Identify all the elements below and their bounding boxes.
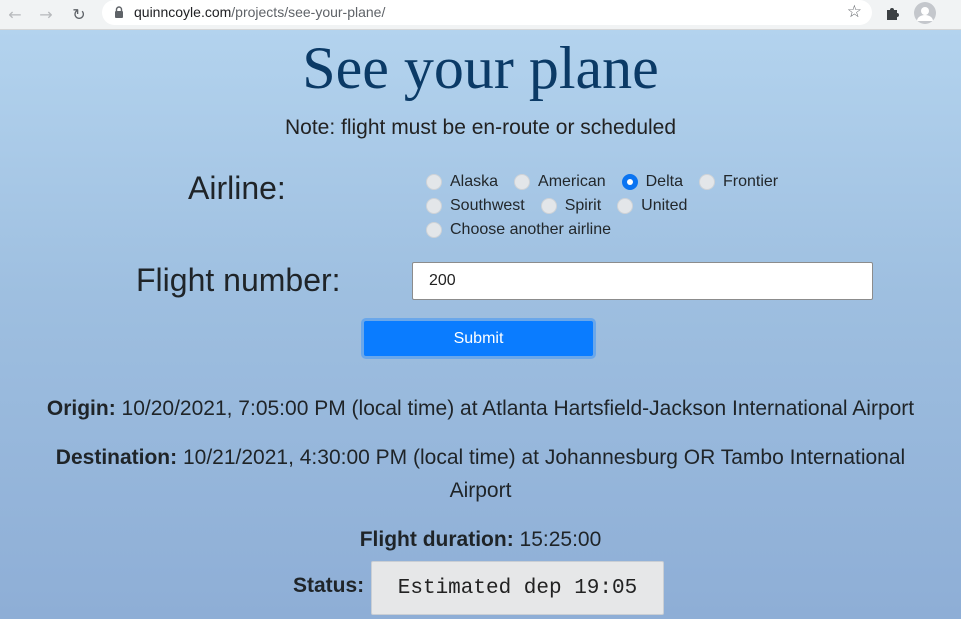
url-text: quinncoyle.com/projects/see-your-plane/ bbox=[134, 4, 385, 20]
radio-button[interactable] bbox=[426, 174, 442, 190]
destination-line: Destination: 10/21/2021, 4:30:00 PM (loc… bbox=[0, 441, 961, 507]
radio-american[interactable]: American bbox=[514, 173, 606, 191]
airline-radio-row-1: Alaska American Delta Frontier bbox=[426, 173, 794, 191]
url-path: /projects/see-your-plane/ bbox=[231, 4, 386, 20]
origin-label: Origin: bbox=[46, 397, 116, 420]
radio-delta[interactable]: Delta bbox=[621, 173, 683, 191]
back-icon[interactable]: ← bbox=[4, 3, 26, 25]
forward-icon[interactable]: → bbox=[35, 3, 57, 25]
submit-button[interactable]: Submit bbox=[361, 318, 596, 359]
destination-value-cont: Airport bbox=[449, 479, 512, 502]
radio-label: Frontier bbox=[722, 173, 779, 190]
origin-line: Origin: 10/20/2021, 7:05:00 PM (local ti… bbox=[0, 392, 961, 425]
flight-number-input[interactable] bbox=[412, 262, 873, 300]
radio-button[interactable] bbox=[617, 198, 634, 214]
radio-button[interactable] bbox=[698, 174, 715, 190]
origin-value: 10/20/2021, 7:05:00 PM (local time) at A… bbox=[121, 397, 915, 420]
radio-button[interactable] bbox=[540, 198, 557, 214]
page-title: See your plane bbox=[302, 35, 659, 101]
radio-label: United bbox=[641, 197, 688, 214]
radio-label: Alaska bbox=[450, 173, 499, 190]
duration-label: Flight duration: bbox=[359, 528, 514, 551]
radio-button-checked[interactable] bbox=[621, 174, 638, 190]
radio-southwest[interactable]: Southwest bbox=[426, 197, 525, 215]
radio-alaska[interactable]: Alaska bbox=[426, 173, 498, 191]
browser-toolbar: ← → ↻ quinncoyle.com/projects/see-your-p… bbox=[0, 0, 961, 30]
radio-united[interactable]: United bbox=[617, 197, 687, 215]
lock-icon bbox=[115, 6, 123, 18]
duration-line: Flight duration: 15:25:00 bbox=[0, 523, 961, 556]
radio-label: Delta bbox=[645, 173, 683, 190]
address-bar[interactable]: quinncoyle.com/projects/see-your-plane/ … bbox=[102, 0, 872, 25]
radio-button[interactable] bbox=[514, 174, 531, 190]
airline-radio-row-2: Southwest Spirit United bbox=[426, 197, 703, 215]
radio-other-airline[interactable]: Choose another airline bbox=[426, 221, 611, 239]
status-row: Status: Estimated dep 19:05 bbox=[0, 561, 961, 615]
radio-spirit[interactable]: Spirit bbox=[540, 197, 602, 215]
radio-frontier[interactable]: Frontier bbox=[698, 173, 779, 191]
status-label: Status: bbox=[293, 574, 365, 597]
flight-number-label: Flight number: bbox=[136, 262, 341, 298]
destination-label: Destination: bbox=[55, 446, 178, 469]
radio-label: American bbox=[538, 173, 606, 190]
airline-label: Airline: bbox=[188, 170, 286, 206]
airline-radio-row-3: Choose another airline bbox=[426, 221, 627, 239]
radio-label: Choose another airline bbox=[450, 221, 611, 238]
radio-button[interactable] bbox=[426, 222, 442, 238]
radio-button[interactable] bbox=[426, 198, 442, 214]
profile-avatar-icon[interactable] bbox=[914, 2, 936, 24]
radio-label: Spirit bbox=[564, 197, 602, 214]
duration-value: 15:25:00 bbox=[519, 528, 602, 551]
extensions-puzzle-icon[interactable] bbox=[884, 4, 902, 22]
bookmark-star-icon[interactable]: ☆ bbox=[847, 2, 862, 22]
note-text: Note: flight must be en-route or schedul… bbox=[284, 116, 677, 139]
url-host: quinncoyle.com bbox=[134, 4, 232, 20]
radio-label: Southwest bbox=[450, 197, 525, 214]
status-value: Estimated dep 19:05 bbox=[371, 561, 664, 615]
destination-value: 10/21/2021, 4:30:00 PM (local time) at J… bbox=[182, 446, 906, 469]
page-body: See your plane Note: flight must be en-r… bbox=[0, 30, 961, 619]
reload-icon[interactable]: ↻ bbox=[68, 3, 90, 25]
